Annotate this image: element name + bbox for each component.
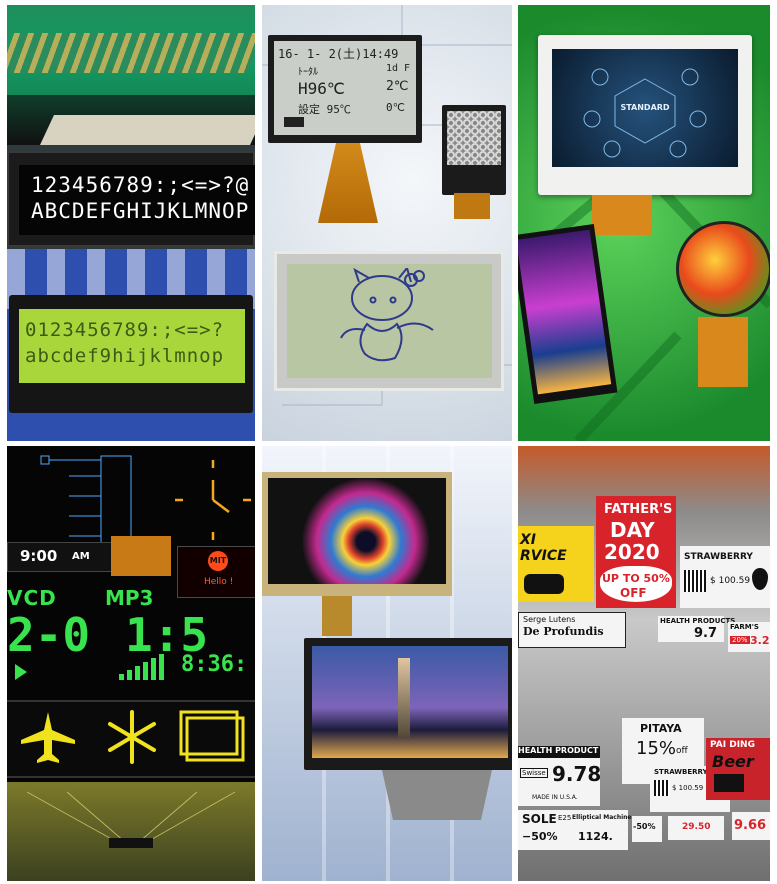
taxi-icon xyxy=(524,574,564,594)
fathers-day-label: FATHER'S DAY 2020 UP TO 50% OFF xyxy=(596,496,676,608)
signal-bars-icon xyxy=(119,654,164,680)
hello-kitty-icon xyxy=(340,268,434,362)
lcd-row-1: 16- 1- 2(土)14:49 xyxy=(278,47,399,61)
segment-digits-left: 2-0 xyxy=(7,608,91,662)
oled-line-1: 123456789:;<=>?@ xyxy=(31,173,250,197)
graphic-lcd-module: 16- 1- 2(土)14:49 ﾄｰﾀﾙ 1d F H96℃ 2℃ 設定 95… xyxy=(268,35,422,143)
clock-digits: 8:36: xyxy=(181,652,248,677)
health-label-2: HEALTH PRODUCT Swisse 9.78 MADE IN U.S.A… xyxy=(518,746,601,806)
snowflake-icon xyxy=(108,710,156,764)
pcb-pins xyxy=(7,33,255,73)
strawberry-label: STRAWBERRY $ 100.59 xyxy=(680,546,770,608)
clock-icon xyxy=(175,460,251,540)
tft-tile: STANDARD xyxy=(518,5,770,441)
round-tft xyxy=(676,221,770,317)
taxi-label: XI RVICE xyxy=(518,526,594,602)
play-icon xyxy=(15,664,27,680)
mit-oled: MIT Hello ! xyxy=(177,546,255,598)
mp3-label: MP3 xyxy=(105,586,154,610)
time-display: 9:00 AM xyxy=(7,542,113,572)
farms-label: FARM'S 20% 3.2 xyxy=(728,622,770,652)
large-tft-tile xyxy=(262,446,512,881)
vcd-label: VCD xyxy=(7,586,57,610)
dot-matrix-lcd xyxy=(442,105,506,195)
qr-code-icon xyxy=(684,570,706,592)
strawberry-icon xyxy=(752,568,768,590)
hello-text: Hello ! xyxy=(204,577,234,587)
lcd-line-2: abcdef9hijklmnop xyxy=(25,345,225,367)
lcd-line-1: 0123456789:;<=>? xyxy=(25,319,225,341)
airplane-icon xyxy=(21,712,75,763)
hello-kitty-lcd xyxy=(274,251,504,391)
tft-module: STANDARD xyxy=(538,35,752,195)
mit-badge: MIT xyxy=(208,551,228,571)
oled-pcb xyxy=(7,782,255,881)
character-lcd-tile: 123456789:;<=>?@ ABCDEFGHIJKLMNOP 012345… xyxy=(7,5,255,441)
taipei101-tower xyxy=(398,658,410,738)
standard-label: STANDARD xyxy=(620,103,670,112)
epaper-tile: XI RVICE FATHER'S DAY 2020 UP TO 50% OFF… xyxy=(518,446,770,881)
tft-panel-top xyxy=(262,472,452,596)
cow-icon xyxy=(714,774,744,792)
oled-tile: 9:00 AM MIT Hello ! VCD MP3 2-0 1:5 8:36… xyxy=(7,446,255,881)
health-label: HEALTH PRODUCTS 9.7 xyxy=(658,616,736,642)
graphic-lcd-tile: 16- 1- 2(土)14:49 ﾄｰﾀﾙ 1d F H96℃ 2℃ 設定 95… xyxy=(262,5,512,441)
char-lcd-module: 0123456789:;<=>? abcdef9hijklmnop xyxy=(9,295,253,413)
beer-label: PAI DING Beer xyxy=(706,738,770,800)
card-stack-icon xyxy=(179,710,245,762)
tft-panel-bottom xyxy=(304,638,512,770)
char-oled-module: 123456789:;<=>?@ ABCDEFGHIJKLMNOP xyxy=(7,151,255,247)
sole-label: SOLE E25 Elliptical Machine −50% 1124. xyxy=(518,810,631,850)
oled-line-2: ABCDEFGHIJKLMNOP xyxy=(31,199,250,223)
serge-label: Serge Lutens De Profundis xyxy=(518,612,626,648)
